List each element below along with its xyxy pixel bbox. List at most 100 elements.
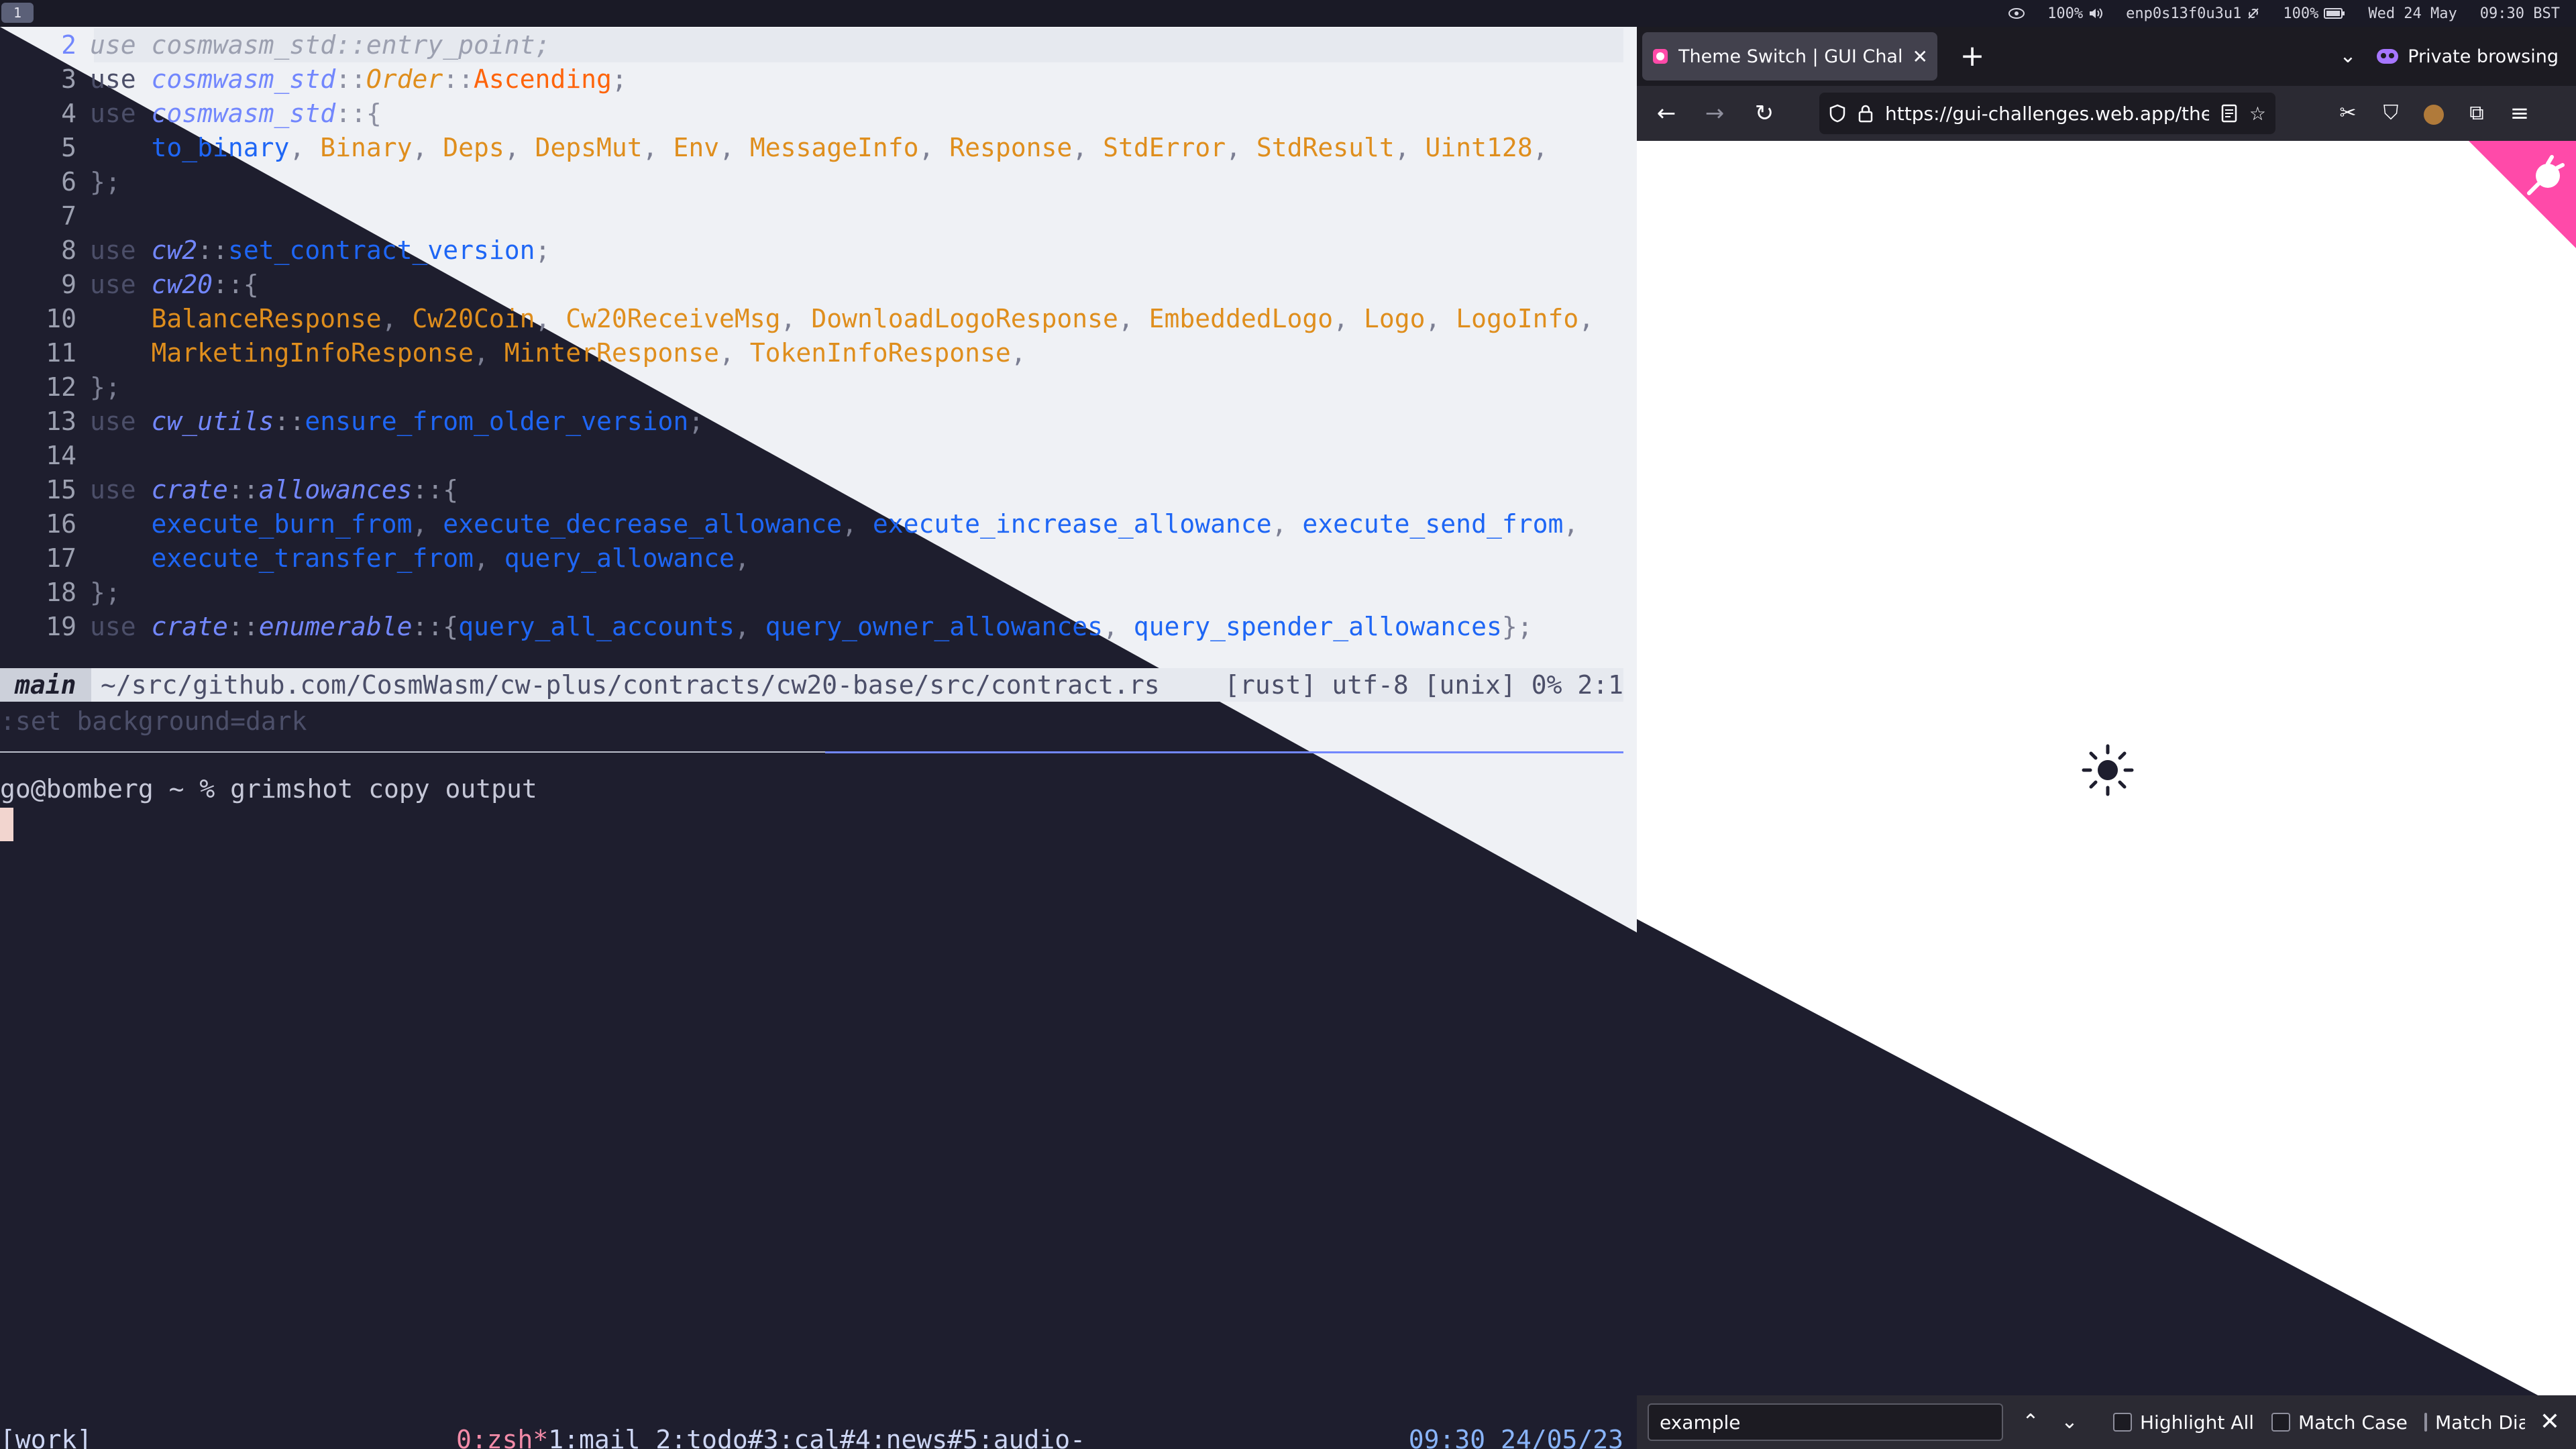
new-tab-button[interactable]: +: [1952, 36, 1992, 76]
top-bar: 1 100% enp0s13f0u3u1 100% Wed 24 May 09:…: [0, 0, 2576, 27]
code-token: use: [90, 612, 136, 641]
code-token: crate: [151, 612, 228, 641]
code-token: use: [90, 270, 136, 299]
line-number: 19: [46, 612, 76, 641]
match-diacritics-option[interactable]: Match Diacritics: [2424, 1395, 2525, 1449]
code-token: EmbeddedLogo: [1148, 304, 1334, 333]
forward-button[interactable]: →: [1695, 93, 1735, 133]
code-token: cw2: [151, 235, 198, 265]
private-mask-icon: [2377, 49, 2399, 64]
sun-icon[interactable]: [2080, 742, 2136, 798]
tray-battery[interactable]: 100%: [2283, 5, 2345, 22]
browser-window[interactable]: Theme Switch | GUI Challenges ✕ + ⌄ Priv…: [1637, 27, 2576, 1449]
line-number: 13: [46, 407, 76, 436]
code-line: 10 BalanceResponse, Cw20Coin, Cw20Receiv…: [0, 302, 1594, 336]
code-token: query_owner_allowances: [765, 612, 1104, 641]
code-line: 5 to_binary, Binary, Deps, DepsMut, Env,…: [0, 131, 1548, 165]
statusline-mode: main: [0, 668, 91, 702]
close-tab-icon[interactable]: ✕: [1913, 46, 1928, 68]
line-number: 15: [46, 475, 76, 504]
hamburger-menu-icon[interactable]: ≡: [2500, 93, 2540, 133]
terminal-window[interactable]: 2 use cosmwasm_std::entry_point; 3 use cos…: [0, 27, 1637, 1449]
tray-network[interactable]: enp0s13f0u3u1: [2126, 5, 2260, 22]
code-token: BalanceResponse: [151, 304, 382, 333]
chevron-down-icon[interactable]: ⌄: [2328, 36, 2368, 76]
line-number: 6: [61, 167, 76, 197]
match-diacritics-checkbox[interactable]: [2424, 1413, 2427, 1432]
eye-icon: [2008, 8, 2025, 19]
find-next-icon[interactable]: ⌄: [2051, 1402, 2088, 1442]
code-line: 15 use crate::allowances::{: [0, 473, 458, 507]
line-number: 18: [46, 578, 76, 607]
line-number: 9: [61, 270, 76, 299]
code-token: MinterResponse: [504, 338, 720, 368]
code-line: 19 use crate::enumerable::{query_all_acco…: [0, 610, 1532, 644]
editor-command-line[interactable]: :set background=dark: [0, 704, 307, 738]
tmux-window-active[interactable]: 0:zsh*: [456, 1425, 548, 1449]
line-number: 16: [46, 509, 76, 539]
highlight-all-option[interactable]: Highlight All: [2113, 1395, 2254, 1449]
tmux-window-list: 0:zsh*1:mail 2:todo#3:cal#4:news#5:audio…: [456, 1422, 1085, 1449]
extensions-icon[interactable]: ⧉: [2457, 93, 2497, 133]
code-token: use: [90, 235, 136, 265]
tray-privacy[interactable]: [2008, 7, 2025, 19]
line-number: 5: [61, 133, 76, 162]
page-content: [1637, 141, 2576, 1415]
code-token: enumerable: [258, 612, 413, 641]
close-icon[interactable]: ✕: [2532, 1402, 2568, 1442]
pane-separator[interactable]: [0, 751, 825, 753]
line-number: 14: [46, 441, 76, 470]
tmux-window-others[interactable]: 1:mail 2:todo#3:cal#4:news#5:audio-: [548, 1425, 1085, 1449]
match-case-checkbox[interactable]: [2271, 1413, 2290, 1432]
battery-icon: [2324, 8, 2345, 19]
workspace-indicator[interactable]: 1: [1, 3, 34, 23]
favicon-icon: [1653, 49, 1668, 64]
screenshot-icon[interactable]: ✂: [2328, 93, 2368, 133]
shield-icon: [1829, 104, 1845, 123]
code-token: execute_transfer_from: [151, 543, 474, 573]
reader-view-icon[interactable]: [2221, 104, 2237, 123]
code-token: query_all_accounts: [458, 612, 735, 641]
tab-theme-switch[interactable]: Theme Switch | GUI Challenges ✕: [1642, 32, 1937, 80]
url-bar[interactable]: https://gui-challenges.web.app/theme-swi…: [1819, 93, 2275, 134]
code-token: Cw20Coin: [412, 304, 535, 333]
tray-date[interactable]: Wed 24 May: [2368, 5, 2457, 22]
find-previous-icon[interactable]: ⌃: [2012, 1402, 2049, 1442]
code-token: use: [90, 99, 136, 128]
code-token: to_binary: [151, 133, 290, 162]
match-case-label: Match Case: [2298, 1411, 2408, 1434]
reload-button[interactable]: ↻: [1744, 93, 1784, 133]
code-token: entry_point: [366, 30, 535, 60]
tmux-session[interactable]: [work]: [0, 1422, 92, 1449]
pane-separator-active[interactable]: [825, 751, 1623, 753]
shell-prompt[interactable]: go@bomberg ~ % grimshot copy output: [0, 771, 537, 806]
github-corner-icon[interactable]: [2469, 141, 2576, 248]
code-token: use: [90, 407, 136, 436]
code-token: cw_utils: [151, 407, 274, 436]
find-input[interactable]: [1648, 1403, 2003, 1441]
line-number: 8: [61, 235, 76, 265]
code-token: cw20: [151, 270, 213, 299]
code-line: 7: [0, 199, 90, 233]
tray-volume[interactable]: 100%: [2047, 5, 2103, 22]
back-button[interactable]: ←: [1646, 93, 1686, 133]
volume-icon: [2090, 8, 2103, 19]
code-token: MessageInfo: [749, 133, 919, 162]
profile-avatar[interactable]: [2414, 93, 2454, 133]
tmux-clock: 09:30 24/05/23: [1408, 1425, 1623, 1449]
code-token: MarketingInfoResponse: [151, 338, 474, 368]
match-case-option[interactable]: Match Case: [2271, 1395, 2408, 1449]
private-browsing-indicator: Private browsing: [2377, 27, 2559, 86]
highlight-all-checkbox[interactable]: [2113, 1413, 2132, 1432]
code-token: Binary: [320, 133, 413, 162]
url-text[interactable]: https://gui-challenges.web.app/theme-swi…: [1885, 103, 2209, 125]
code-token: execute_increase_allowance: [872, 509, 1272, 539]
bookmark-star-icon[interactable]: ☆: [2249, 103, 2266, 125]
tray-clock[interactable]: 09:30 BST: [2480, 5, 2560, 22]
code-token: Deps: [443, 133, 504, 162]
code-token: use: [90, 475, 136, 504]
line-number: 11: [46, 338, 76, 368]
pocket-icon[interactable]: ⛉: [2371, 93, 2411, 133]
code-token: Ascending: [474, 64, 612, 94]
editor-buffer[interactable]: 2 use cosmwasm_std::entry_point; 3 use cos…: [0, 28, 1623, 665]
